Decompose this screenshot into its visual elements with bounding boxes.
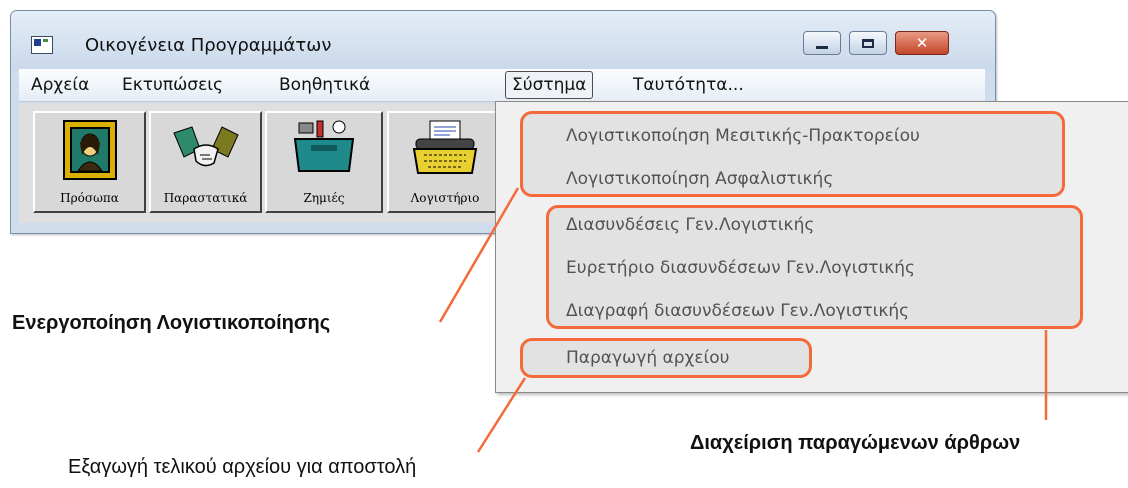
callout-line-activation (438, 187, 520, 323)
annotation-export: Εξαγωγή τελικού αρχείου για αποστολή (68, 456, 417, 478)
annotation-management: Διαχείριση παραγώμενων άρθρων (690, 432, 1021, 454)
callout-line-export (476, 377, 527, 453)
callout-lines (438, 187, 1048, 453)
annotation-activation: Ενεργοποίηση Λογιστικοποίησης (12, 312, 331, 334)
